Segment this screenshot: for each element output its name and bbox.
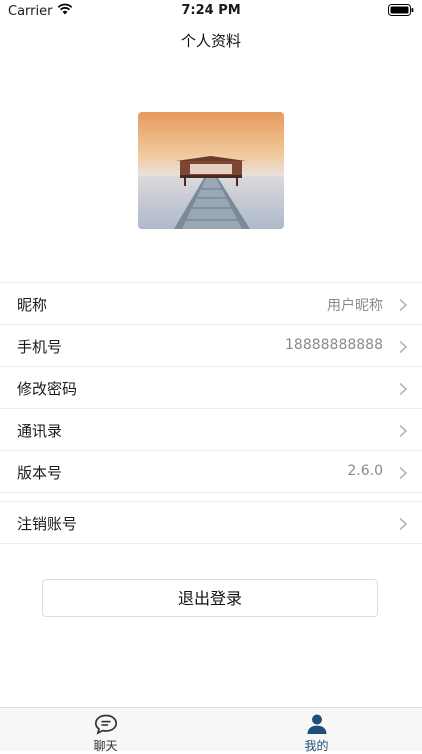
section-divider [0, 493, 422, 502]
profile-row-phone[interactable]: 手机号 18888888888 [0, 325, 422, 367]
row-label: 注销账号 [17, 515, 78, 533]
chevron-right-icon [398, 339, 408, 354]
chevron-right-icon [398, 465, 408, 480]
tab-label: 我的 [304, 739, 329, 753]
tab-mine[interactable]: 我的 [211, 708, 422, 753]
profile-row-change-password[interactable]: 修改密码 [0, 367, 422, 409]
battery-icon [388, 4, 414, 20]
row-label: 通讯录 [17, 422, 63, 440]
row-value: 用户昵称 [327, 298, 383, 314]
avatar[interactable] [138, 112, 284, 229]
chevron-right-icon [398, 516, 408, 531]
row-label: 昵称 [17, 296, 48, 314]
chevron-right-icon [398, 297, 408, 312]
chevron-right-icon [398, 423, 408, 438]
row-label: 手机号 [17, 338, 63, 356]
tab-bar: 聊天 我的 [0, 707, 422, 753]
row-value: 18888888888 [285, 337, 383, 353]
chevron-right-icon [398, 381, 408, 396]
profile-row-delete-account[interactable]: 注销账号 [0, 502, 422, 544]
profile-list: 昵称 用户昵称 手机号 18888888888 修改密码 通讯录 版本号 2.6… [0, 282, 422, 544]
chat-bubble-icon [93, 713, 119, 735]
person-icon [304, 713, 330, 735]
page-title: 个人资料 [180, 32, 241, 50]
row-label: 版本号 [17, 464, 63, 482]
logout-button[interactable]: 退出登录 [42, 579, 378, 617]
profile-row-version[interactable]: 版本号 2.6.0 [0, 451, 422, 493]
row-value: 2.6.0 [347, 463, 383, 479]
tab-label: 聊天 [93, 739, 118, 753]
status-time: 7:24 PM [181, 3, 241, 18]
tab-chat[interactable]: 聊天 [0, 708, 211, 753]
status-bar: Carrier 7:24 PM [0, 0, 422, 22]
profile-row-contacts[interactable]: 通讯录 [0, 409, 422, 451]
row-label: 修改密码 [17, 380, 78, 398]
profile-row-nickname[interactable]: 昵称 用户昵称 [0, 283, 422, 325]
